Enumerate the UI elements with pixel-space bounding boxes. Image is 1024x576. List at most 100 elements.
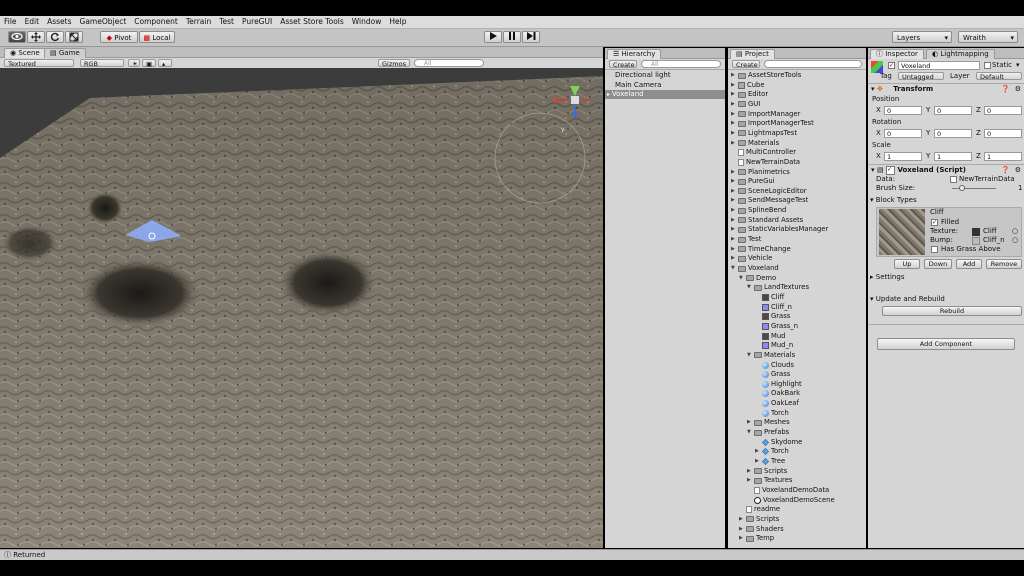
object-name-field[interactable]: Voxeland (898, 61, 980, 70)
help-icon[interactable]: ❓ (1001, 84, 1010, 95)
component-settings-icon[interactable]: ⚙ (1015, 84, 1021, 95)
collapsed-arrow-icon[interactable]: ▶ (731, 187, 738, 196)
lighting-toggle[interactable]: ☀ (128, 59, 140, 68)
hierarchy-search-input[interactable]: All (641, 60, 721, 68)
project-item[interactable]: ▶ Test (731, 235, 761, 244)
project-search-input[interactable] (764, 60, 862, 68)
scale-y-field[interactable]: 1 (934, 152, 972, 161)
project-item[interactable]: ▶ Meshes (747, 418, 790, 427)
project-item[interactable]: readme (739, 505, 780, 514)
filled-checkbox[interactable]: ✓ (931, 219, 938, 226)
transform-header[interactable]: ▾ ✥ Transform ❓ ⚙ (868, 83, 1024, 95)
project-item[interactable]: Cliff (755, 293, 784, 302)
hierarchy-item[interactable]: Main Camera (615, 81, 661, 90)
bump-value[interactable]: Cliff_n (983, 236, 1005, 245)
project-item[interactable]: ▶ Scripts (747, 467, 787, 476)
brush-size-slider-thumb[interactable] (959, 185, 965, 191)
project-item[interactable]: Grass_n (755, 322, 798, 331)
tab-hierarchy[interactable]: ☰ Hierarchy (607, 49, 662, 59)
settings-foldout[interactable]: ▸ Settings (870, 273, 904, 282)
menu-gameobject[interactable]: GameObject (76, 16, 131, 28)
collapsed-arrow-icon[interactable]: ▶ (731, 100, 738, 109)
project-item[interactable]: Highlight (755, 380, 802, 389)
hierarchy-item[interactable]: ▸ Voxeland (605, 90, 725, 99)
render-mode-dropdown[interactable]: RGB (80, 59, 124, 68)
rotate-tool-button[interactable] (46, 31, 64, 43)
project-item[interactable]: Mud (755, 332, 786, 341)
expand-arrow-icon[interactable]: ▸ (605, 91, 612, 98)
brush-size-value[interactable]: 1 (1018, 184, 1022, 193)
project-item[interactable]: VoxelandDemoScene (747, 496, 835, 505)
expanded-arrow-icon[interactable]: ▼ (747, 428, 754, 437)
gizmos-dropdown[interactable]: Gizmos ▾ (378, 59, 410, 76)
status-message[interactable]: Returned (13, 551, 45, 559)
texture-picker-icon[interactable]: ○ (1012, 227, 1018, 236)
scene-search-input[interactable]: All (414, 59, 484, 67)
project-item[interactable]: Grass (755, 312, 790, 321)
component-settings-icon[interactable]: ⚙ (1015, 165, 1021, 176)
move-tool-button[interactable] (27, 31, 45, 43)
project-item[interactable]: ▼ Prefabs (747, 428, 789, 437)
project-item[interactable]: ▶ Tree (755, 457, 785, 466)
collapsed-arrow-icon[interactable]: ▶ (731, 119, 738, 128)
project-item[interactable]: Skydome (755, 438, 802, 447)
hierarchy-item[interactable]: Directional light (615, 71, 671, 80)
expanded-arrow-icon[interactable]: ▼ (747, 351, 754, 360)
hand-tool-button[interactable] (8, 31, 26, 43)
collapsed-arrow-icon[interactable]: ▶ (731, 206, 738, 215)
scale-tool-button[interactable] (65, 31, 83, 43)
project-item[interactable]: ▼ Materials (747, 351, 795, 360)
collapsed-arrow-icon[interactable]: ▶ (731, 177, 738, 186)
project-item[interactable]: ▶ ImportManagerTest (731, 119, 814, 128)
project-item[interactable]: ▶ StaticVariablesManager (731, 225, 828, 234)
project-item[interactable]: Cliff_n (755, 303, 792, 312)
data-value[interactable]: NewTerrainData (959, 175, 1015, 184)
project-item[interactable]: ▶ Cube (731, 81, 765, 90)
collapsed-arrow-icon[interactable]: ▶ (755, 457, 762, 466)
add-component-button[interactable]: Add Component (877, 338, 1015, 350)
collapsed-arrow-icon[interactable]: ▶ (731, 90, 738, 99)
shading-mode-dropdown[interactable]: Textured (4, 59, 74, 68)
menu-test[interactable]: Test (215, 16, 238, 28)
menu-puregui[interactable]: PureGUI (238, 16, 276, 28)
tag-dropdown[interactable]: Untagged (898, 72, 944, 81)
scale-z-field[interactable]: 1 (984, 152, 1022, 161)
project-item[interactable]: ▶ Scripts (739, 515, 779, 524)
collapsed-arrow-icon[interactable]: ▶ (731, 235, 738, 244)
pause-button[interactable] (503, 31, 521, 43)
project-item[interactable]: ▶ SplineBend (731, 206, 786, 215)
project-item[interactable]: ▶ Materials (731, 139, 779, 148)
collapsed-arrow-icon[interactable]: ▶ (731, 71, 738, 80)
play-button[interactable] (484, 31, 502, 43)
project-item[interactable]: Grass (755, 370, 790, 379)
menu-file[interactable]: File (0, 16, 21, 28)
texture-value[interactable]: Cliff (983, 227, 997, 236)
project-item[interactable]: ▶ Textures (747, 476, 792, 485)
collapsed-arrow-icon[interactable]: ▶ (747, 467, 754, 476)
up-button[interactable]: Up (894, 259, 920, 269)
collapsed-arrow-icon[interactable]: ▶ (747, 418, 754, 427)
project-item[interactable]: NewTerrainData (731, 158, 800, 167)
static-dropdown-arrow-icon[interactable]: ▾ (1016, 61, 1020, 69)
menu-edit[interactable]: Edit (21, 16, 44, 28)
layers-dropdown[interactable]: Layers ▾ (892, 31, 952, 43)
tab-lightmapping[interactable]: ◐ Lightmapping (926, 49, 995, 59)
remove-button[interactable]: Remove (986, 259, 1022, 269)
project-item[interactable]: Mud_n (755, 341, 793, 350)
collapsed-arrow-icon[interactable]: ▶ (731, 168, 738, 177)
layer-dropdown[interactable]: Default (976, 72, 1022, 81)
collapsed-arrow-icon[interactable]: ▶ (731, 254, 738, 263)
rotation-y-field[interactable]: 0 (934, 129, 972, 138)
project-item[interactable]: OakLeaf (755, 399, 799, 408)
project-item[interactable]: ▶ GUI (731, 100, 760, 109)
menu-window[interactable]: Window (348, 16, 386, 28)
project-item[interactable]: ▶ SceneLogicEditor (731, 187, 807, 196)
expanded-arrow-icon[interactable]: ▼ (747, 283, 754, 292)
expanded-arrow-icon[interactable]: ▼ (731, 264, 738, 273)
project-item[interactable]: ▼ LandTextures (747, 283, 809, 292)
tab-project[interactable]: ▤ Project (730, 49, 775, 59)
bump-picker-icon[interactable]: ○ (1012, 236, 1018, 245)
add-button[interactable]: Add (956, 259, 982, 269)
has-grass-checkbox[interactable] (931, 246, 938, 253)
collapsed-arrow-icon[interactable]: ▶ (747, 476, 754, 485)
